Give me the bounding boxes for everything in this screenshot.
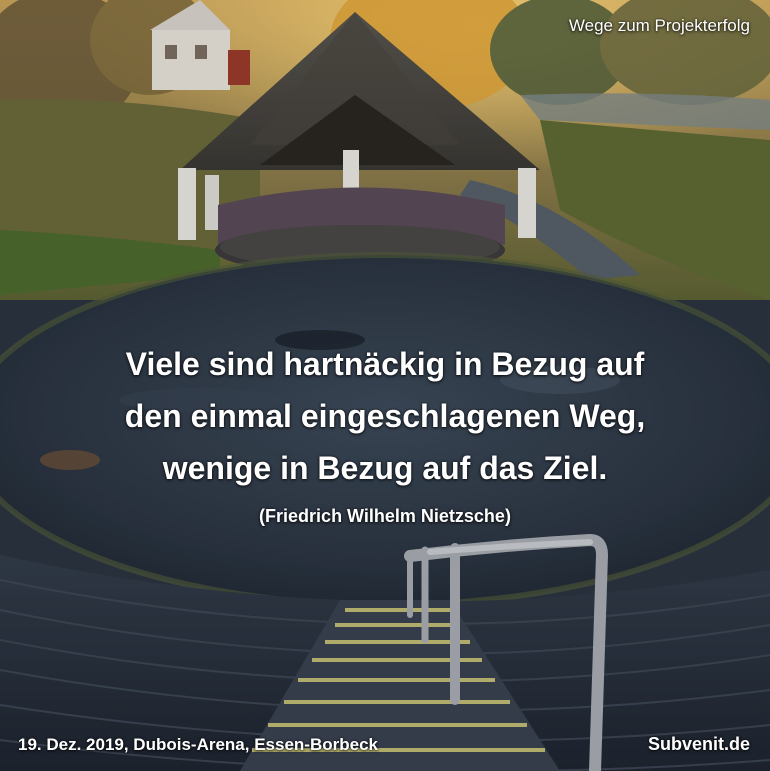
quote-card: Wege zum Projekterfolg Viele sind hartnä… (0, 0, 770, 771)
quote-line: wenige in Bezug auf das Ziel. (162, 450, 608, 486)
brand-label: Subvenit.de (647, 734, 750, 754)
quote-text: Viele sind hartnäckig in Bezug auf den e… (40, 338, 730, 494)
quote-line: Viele sind hartnäckig in Bezug auf (125, 346, 645, 382)
photo-caption: 19. Dez. 2019, Dubois-Arena, Essen-Borbe… (18, 735, 378, 754)
header-label: Wege zum Projekterfolg (568, 16, 750, 35)
quote-author: (Friedrich Wilhelm Nietzsche) (259, 506, 511, 526)
quote-line: den einmal eingeschlagenen Weg, (124, 398, 646, 434)
